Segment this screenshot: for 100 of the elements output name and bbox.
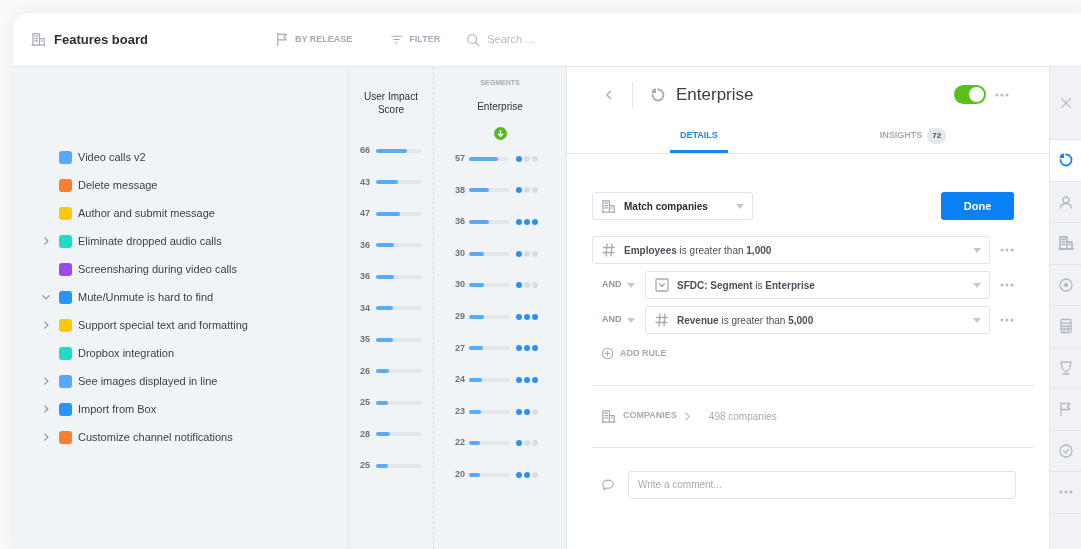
score-value: 25: [360, 396, 371, 409]
score-value: 47: [360, 207, 371, 220]
score-value: 22: [455, 436, 466, 450]
board-title: Features board: [54, 30, 148, 49]
sort-down-icon[interactable]: [493, 126, 507, 140]
feature-row[interactable]: Mute/Unmute is hard to find: [13, 283, 348, 311]
flag-icon: [1057, 401, 1074, 418]
search-icon: [466, 32, 481, 47]
score-value: 36: [455, 215, 466, 229]
panel-title: Enterprise: [676, 83, 754, 106]
building-icon: [1057, 235, 1074, 252]
feature-row[interactable]: Video calls v2: [13, 143, 348, 171]
feature-row[interactable]: Screensharing during video calls: [13, 255, 348, 283]
score-value: 34: [360, 301, 371, 315]
score-value: 27: [455, 341, 466, 355]
score-value: 43: [360, 175, 371, 189]
number-icon: [601, 242, 617, 258]
caret-icon: [973, 282, 981, 288]
rule-field[interactable]: SFDC: Segment is Enterprise: [645, 271, 990, 299]
comment-field[interactable]: Write a comment...: [628, 470, 1016, 499]
score-value: 36: [360, 270, 371, 283]
rule-text: Employees is greater than 1,000: [624, 243, 773, 258]
picklist-icon: [654, 277, 670, 293]
add-icon: [601, 347, 614, 361]
feature-name: Customize channel notifications: [78, 429, 233, 445]
count-badge: 72: [927, 128, 947, 144]
rule-field[interactable]: Employees is greater than 1,000: [592, 236, 990, 264]
more-icon[interactable]: [995, 92, 1009, 97]
feature-row[interactable]: Customize channel notifications: [13, 423, 348, 451]
score-value: 36: [360, 238, 371, 252]
column-header: Enterprise: [477, 99, 523, 114]
score-value: 57: [455, 152, 466, 166]
check-circle-icon: [1057, 442, 1074, 459]
segments-icon: [650, 86, 666, 103]
feature-row[interactable]: Author and submit message: [13, 199, 348, 227]
segments-icon: [1057, 152, 1074, 169]
toggle-switch[interactable]: [954, 85, 986, 104]
score-value: 30: [455, 278, 466, 292]
chevron-right-icon[interactable]: [41, 236, 51, 246]
score-value: 20: [455, 468, 466, 481]
match-select[interactable]: Match companies: [592, 192, 753, 220]
more-icon[interactable]: [1000, 283, 1014, 287]
rule-text: SFDC: Segment is Enterprise: [677, 278, 816, 293]
score-value: 28: [360, 427, 371, 441]
trophy-icon: [1057, 359, 1074, 376]
search-field[interactable]: Search ...: [487, 31, 578, 48]
chevron-right-icon[interactable]: [41, 376, 51, 386]
comment-icon: [601, 477, 615, 492]
feature-row[interactable]: Delete message: [13, 171, 348, 199]
score-value: 24: [455, 373, 466, 387]
feature-row[interactable]: Import from Box: [13, 395, 348, 423]
feature-name: Eliminate dropped audio calls: [78, 233, 222, 249]
chevron-right-icon[interactable]: [41, 432, 51, 442]
feature-name: Mute/Unmute is hard to find: [78, 289, 214, 305]
caret-icon: [973, 247, 981, 253]
more-icon[interactable]: [1000, 318, 1014, 322]
rule-field[interactable]: Revenue is greater than 5,000: [645, 306, 990, 334]
panel-tab[interactable]: INSIGHTS 72: [873, 122, 953, 153]
score-value: 23: [455, 404, 466, 418]
score-value: 30: [455, 246, 466, 260]
building-icon: [601, 408, 616, 424]
person-icon: [1057, 193, 1074, 210]
feature-row[interactable]: Eliminate dropped audio calls: [13, 227, 348, 255]
building-icon: [601, 198, 616, 214]
score-value: 29: [455, 310, 466, 323]
rule-text: Revenue is greater than 5,000: [677, 313, 815, 328]
done-button[interactable]: Done: [941, 192, 1014, 220]
chevron-right-icon: [682, 411, 692, 421]
feature-name: Dropbox integration: [78, 345, 174, 361]
feature-name: See images displayed in line: [78, 373, 218, 389]
score-value: 25: [360, 459, 371, 472]
caret-icon: [736, 203, 744, 209]
score-value: 35: [360, 333, 371, 346]
score-value: 38: [455, 183, 466, 197]
feature-row[interactable]: Dropbox integration: [13, 339, 348, 367]
companies-count: 498 companies: [708, 409, 777, 424]
feature-name: Video calls v2: [78, 149, 146, 165]
score-value: 66: [360, 144, 371, 157]
panel-tab[interactable]: DETAILS: [670, 122, 728, 153]
feature-name: Delete message: [78, 177, 158, 193]
column-header: User Impact Score: [363, 90, 419, 117]
flag-icon: [275, 32, 290, 47]
feature-row[interactable]: See images displayed in line: [13, 367, 348, 395]
feature-name: Import from Box: [78, 401, 157, 417]
score-value: 26: [360, 364, 371, 378]
caret-icon: [626, 282, 635, 288]
number-icon: [654, 312, 670, 328]
feature-name: Support special text and formatting: [78, 317, 248, 333]
target-icon: [1057, 276, 1074, 293]
caret-icon: [626, 317, 635, 323]
chevron-down-icon[interactable]: [41, 292, 51, 302]
caret-icon: [973, 317, 981, 323]
more-icon[interactable]: [1000, 248, 1014, 252]
chevron-right-icon[interactable]: [41, 320, 51, 330]
feature-row[interactable]: Support special text and formatting: [13, 311, 348, 339]
chevron-right-icon[interactable]: [41, 404, 51, 414]
close-icon: [1058, 96, 1073, 110]
calculator-icon: [1057, 318, 1074, 335]
feature-name: Screensharing during video calls: [78, 261, 237, 277]
more-icon[interactable]: [1058, 490, 1073, 495]
